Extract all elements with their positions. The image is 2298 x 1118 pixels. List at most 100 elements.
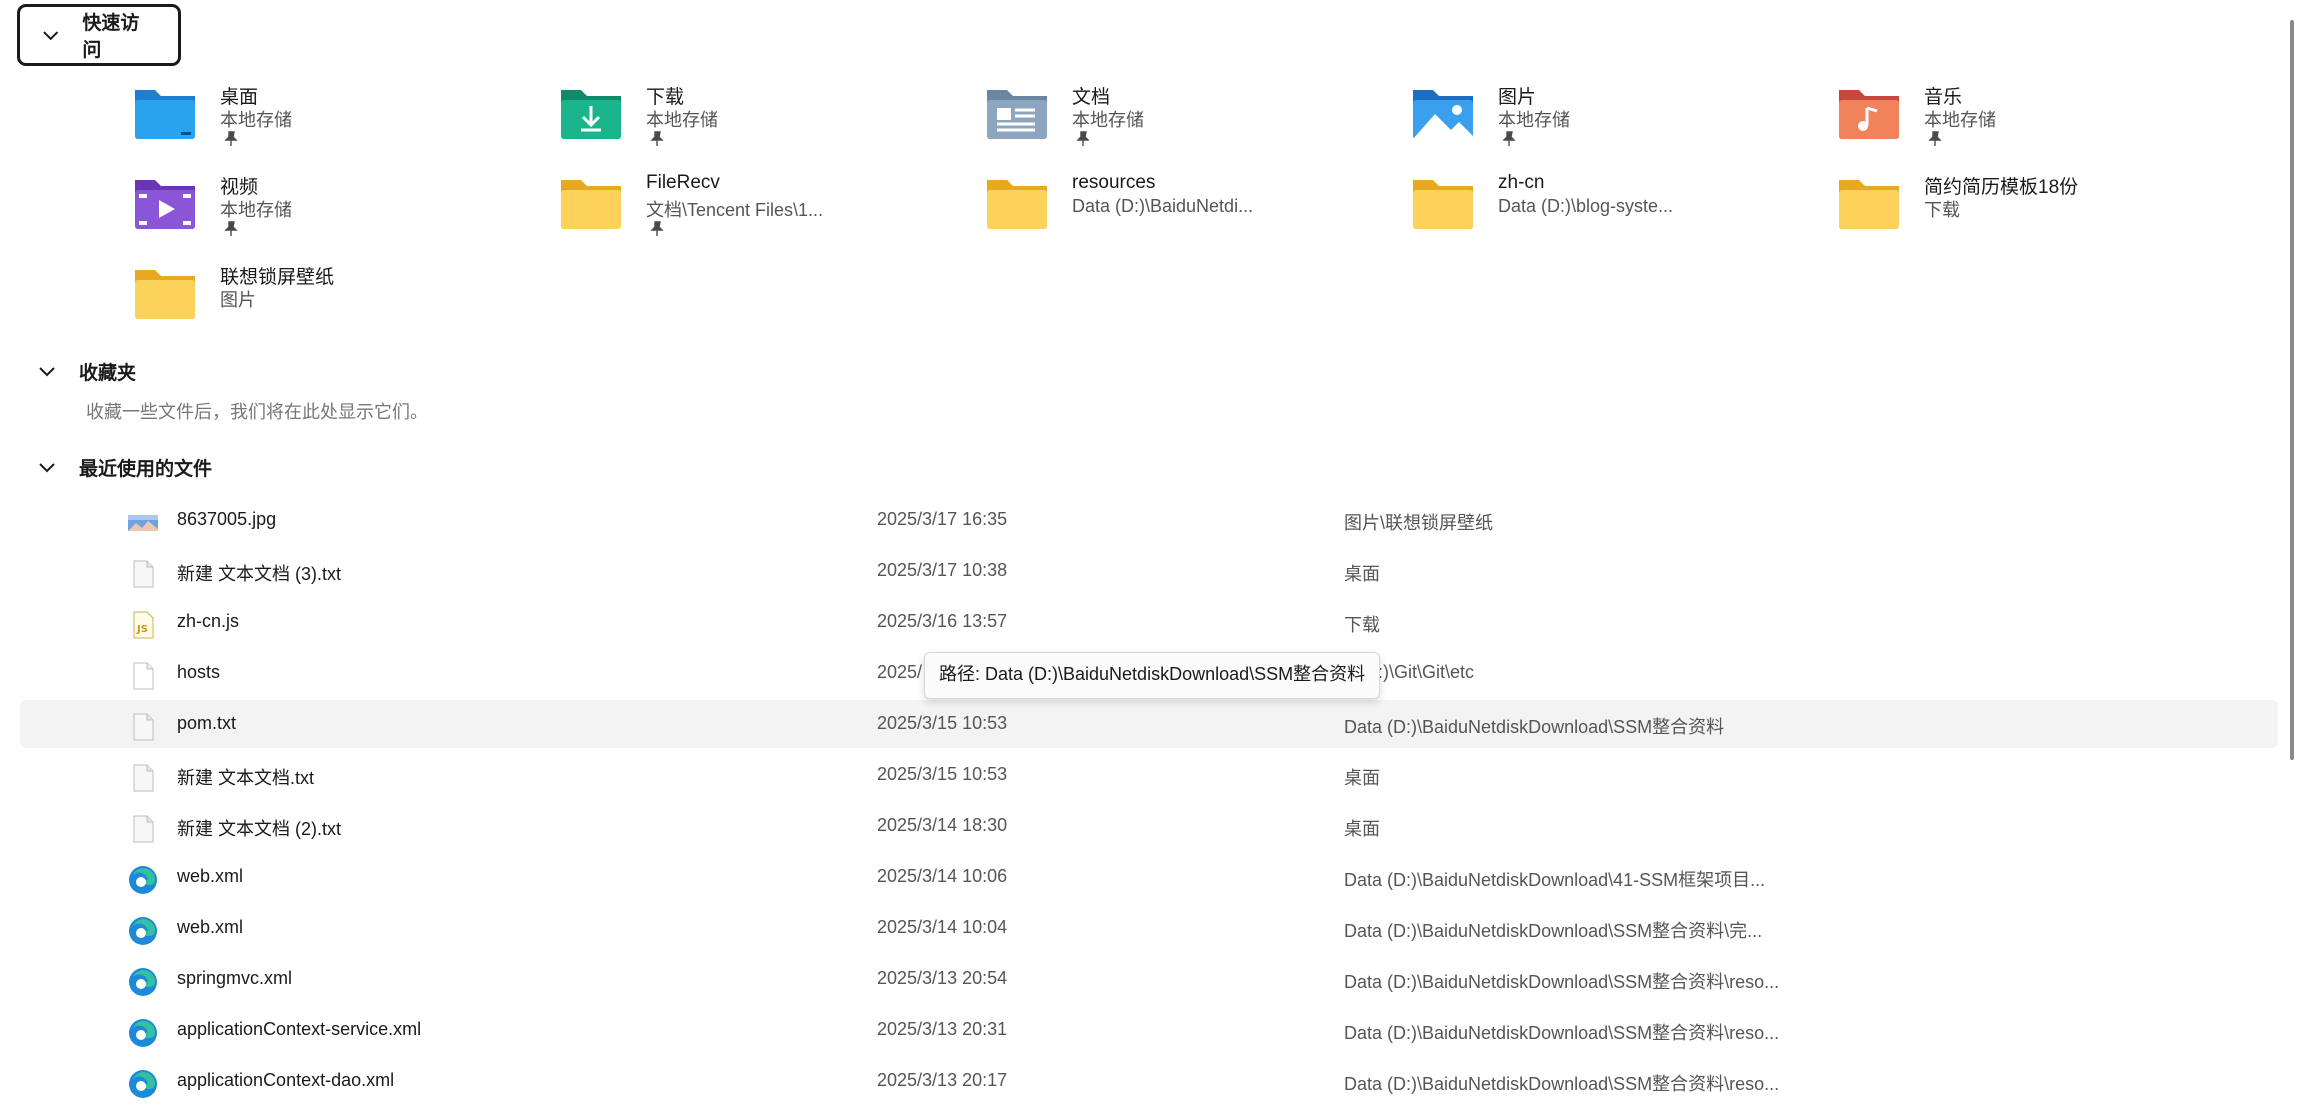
file-date: 2025/	[877, 662, 923, 682]
quick-access-item-name: 文档	[1072, 87, 1111, 108]
path-tooltip: 路径: Data (D:)\BaiduNetdiskDownload\SSM整合…	[924, 652, 1381, 699]
pin-icon	[649, 131, 665, 147]
folder-icon	[1411, 176, 1475, 230]
file-name: 新建 文本文档 (2).txt	[177, 819, 342, 839]
quick-access-item-location: Data (D:)\BaiduNetdi...	[1072, 196, 1254, 216]
quick-access-item-location: 本地存储	[220, 200, 292, 220]
quick-access-item[interactable]: 视频 本地存储	[133, 168, 553, 248]
file-name: applicationContext-dao.xml	[177, 1070, 395, 1090]
edge-xml-file-icon	[128, 865, 158, 895]
blank-file-icon	[128, 661, 158, 691]
recent-files-header[interactable]: 最近使用的文件	[18, 439, 234, 495]
folder-icon	[559, 176, 623, 230]
quick-access-item-location: Data (D:)\blog-syste...	[1498, 196, 1674, 216]
file-name: web.xml	[177, 917, 244, 937]
file-date: 2025/3/16 13:57	[877, 611, 1008, 631]
file-date: 2025/3/15 10:53	[877, 713, 1008, 733]
pin-icon	[223, 131, 239, 147]
quick-access-item-name: 视频	[220, 177, 259, 198]
quick-access-item[interactable]: 桌面 本地存储	[133, 78, 553, 158]
file-name: 新建 文本文档.txt	[177, 768, 315, 788]
quick-access-item-name: FileRecv	[646, 172, 720, 193]
file-date: 2025/3/14 18:30	[877, 815, 1008, 835]
quick-access-item-name: 图片	[1498, 87, 1537, 108]
pin-icon	[1927, 131, 1943, 147]
quick-access-item-name: 音乐	[1924, 87, 1963, 108]
file-date: 2025/3/13 20:31	[877, 1019, 1008, 1039]
file-location: Data (D:)\BaiduNetdiskDownload\SSM整合资料	[1344, 717, 1725, 737]
documents-folder-icon	[985, 86, 1049, 140]
quick-access-item-name: 桌面	[220, 87, 259, 108]
quick-access-item[interactable]: 图片 本地存储	[1411, 78, 1831, 158]
favorites-label: 收藏夹	[79, 362, 137, 384]
edge-xml-file-icon	[128, 1069, 158, 1099]
chevron-down-icon	[39, 463, 55, 473]
quick-access-header[interactable]: 快速访问	[17, 4, 181, 66]
svg-text:JS: JS	[136, 624, 148, 635]
quick-access-item[interactable]: 文档 本地存储	[985, 78, 1405, 158]
favorites-header[interactable]: 收藏夹	[18, 343, 158, 399]
quick-access-item[interactable]: zh-cn Data (D:)\blog-syste...	[1411, 168, 1831, 248]
file-date: 2025/3/13 20:17	[877, 1070, 1008, 1090]
quick-access-label: 快速访问	[82, 13, 140, 61]
quick-access-item-location: 本地存储	[1498, 110, 1570, 130]
file-location: Data (D:)\BaiduNetdiskDownload\SSM整合资料\r…	[1344, 972, 1780, 992]
file-name: pom.txt	[177, 713, 237, 733]
quick-access-item-location: 文档\Tencent Files\1...	[646, 200, 824, 220]
quick-access-item[interactable]: 音乐 本地存储	[1837, 78, 2257, 158]
file-date: 2025/3/14 10:04	[877, 917, 1008, 937]
pin-icon	[1075, 131, 1091, 147]
recent-files-label: 最近使用的文件	[79, 458, 213, 480]
text-file-icon	[128, 814, 158, 844]
file-name: zh-cn.js	[177, 611, 240, 631]
favorites-empty-text: 收藏一些文件后，我们将在此处显示它们。	[86, 402, 428, 422]
quick-access-item-name: zh-cn	[1498, 172, 1545, 193]
downloads-folder-icon	[559, 86, 623, 140]
quick-access-item-name: 下载	[646, 87, 685, 108]
pin-icon	[1501, 131, 1517, 147]
js-file-icon: JS	[128, 610, 158, 640]
file-date: 2025/3/14 10:06	[877, 866, 1008, 886]
quick-access-item-location: 本地存储	[1924, 110, 1996, 130]
edge-xml-file-icon	[128, 916, 158, 946]
recent-file-row[interactable]: 新建 文本文档 (2).txt 2025/3/14 18:30 桌面	[20, 802, 2278, 850]
file-name: 8637005.jpg	[177, 509, 277, 529]
text-file-icon	[128, 763, 158, 793]
quick-access-item[interactable]: FileRecv 文档\Tencent Files\1...	[559, 168, 979, 248]
vertical-scrollbar[interactable]	[2290, 20, 2294, 760]
folder-icon	[985, 176, 1049, 230]
recent-file-row[interactable]: springmvc.xml 2025/3/13 20:54 Data (D:)\Ba…	[20, 955, 2278, 1003]
file-date: 2025/3/15 10:53	[877, 764, 1008, 784]
quick-access-item[interactable]: 简约简历模板18份 下载	[1837, 168, 2257, 248]
file-location: 桌面	[1344, 819, 1380, 839]
chevron-down-icon	[39, 367, 55, 377]
recent-file-row[interactable]: web.xml 2025/3/14 10:06 Data (D:)\BaiduNet…	[20, 853, 2278, 901]
recent-file-row[interactable]: JS zh-cn.js 2025/3/16 13:57 下载	[20, 598, 2278, 646]
videos-folder-icon	[133, 176, 197, 230]
recent-file-row[interactable]: applicationContext-service.xml 2025/3/13 …	[20, 1006, 2278, 1054]
file-location: 桌面	[1344, 768, 1380, 788]
quick-access-item[interactable]: 联想锁屏壁纸 图片	[133, 258, 553, 338]
pin-icon	[223, 221, 239, 237]
recent-file-row[interactable]: 新建 文本文档.txt 2025/3/15 10:53 桌面	[20, 751, 2278, 799]
quick-access-item-location: 本地存储	[1072, 110, 1144, 130]
recent-file-row[interactable]: applicationContext-dao.xml 2025/3/13 20:1…	[20, 1057, 2278, 1105]
quick-access-item[interactable]: 下载 本地存储	[559, 78, 979, 158]
recent-file-row[interactable]: pom.txt 2025/3/15 10:53 Data (D:)\BaiduNet…	[20, 700, 2278, 748]
recent-file-row[interactable]: 8637005.jpg 2025/3/17 16:35 图片\联想锁屏壁纸	[20, 496, 2278, 544]
quick-access-item-name: 简约简历模板18份	[1924, 177, 2079, 198]
desktop-folder-icon	[133, 86, 197, 140]
quick-access-item-location: 下载	[1924, 200, 1960, 220]
file-location: 桌面	[1344, 564, 1380, 584]
file-location: 下载	[1344, 615, 1380, 635]
file-location: Data (D:)\BaiduNetdiskDownload\41-SSM框架项…	[1344, 870, 1766, 890]
recent-file-row[interactable]: web.xml 2025/3/14 10:04 Data (D:)\BaiduNet…	[20, 904, 2278, 952]
quick-access-item[interactable]: resources Data (D:)\BaiduNetdi...	[985, 168, 1405, 248]
music-folder-icon	[1837, 86, 1901, 140]
file-name: springmvc.xml	[177, 968, 293, 988]
quick-access-item-location: 图片	[220, 290, 256, 310]
quick-access-item-name: resources	[1072, 172, 1156, 193]
recent-file-row[interactable]: 新建 文本文档 (3).txt 2025/3/17 10:38 桌面	[20, 547, 2278, 595]
folder-icon	[133, 266, 197, 320]
file-date: 2025/3/17 10:38	[877, 560, 1008, 580]
